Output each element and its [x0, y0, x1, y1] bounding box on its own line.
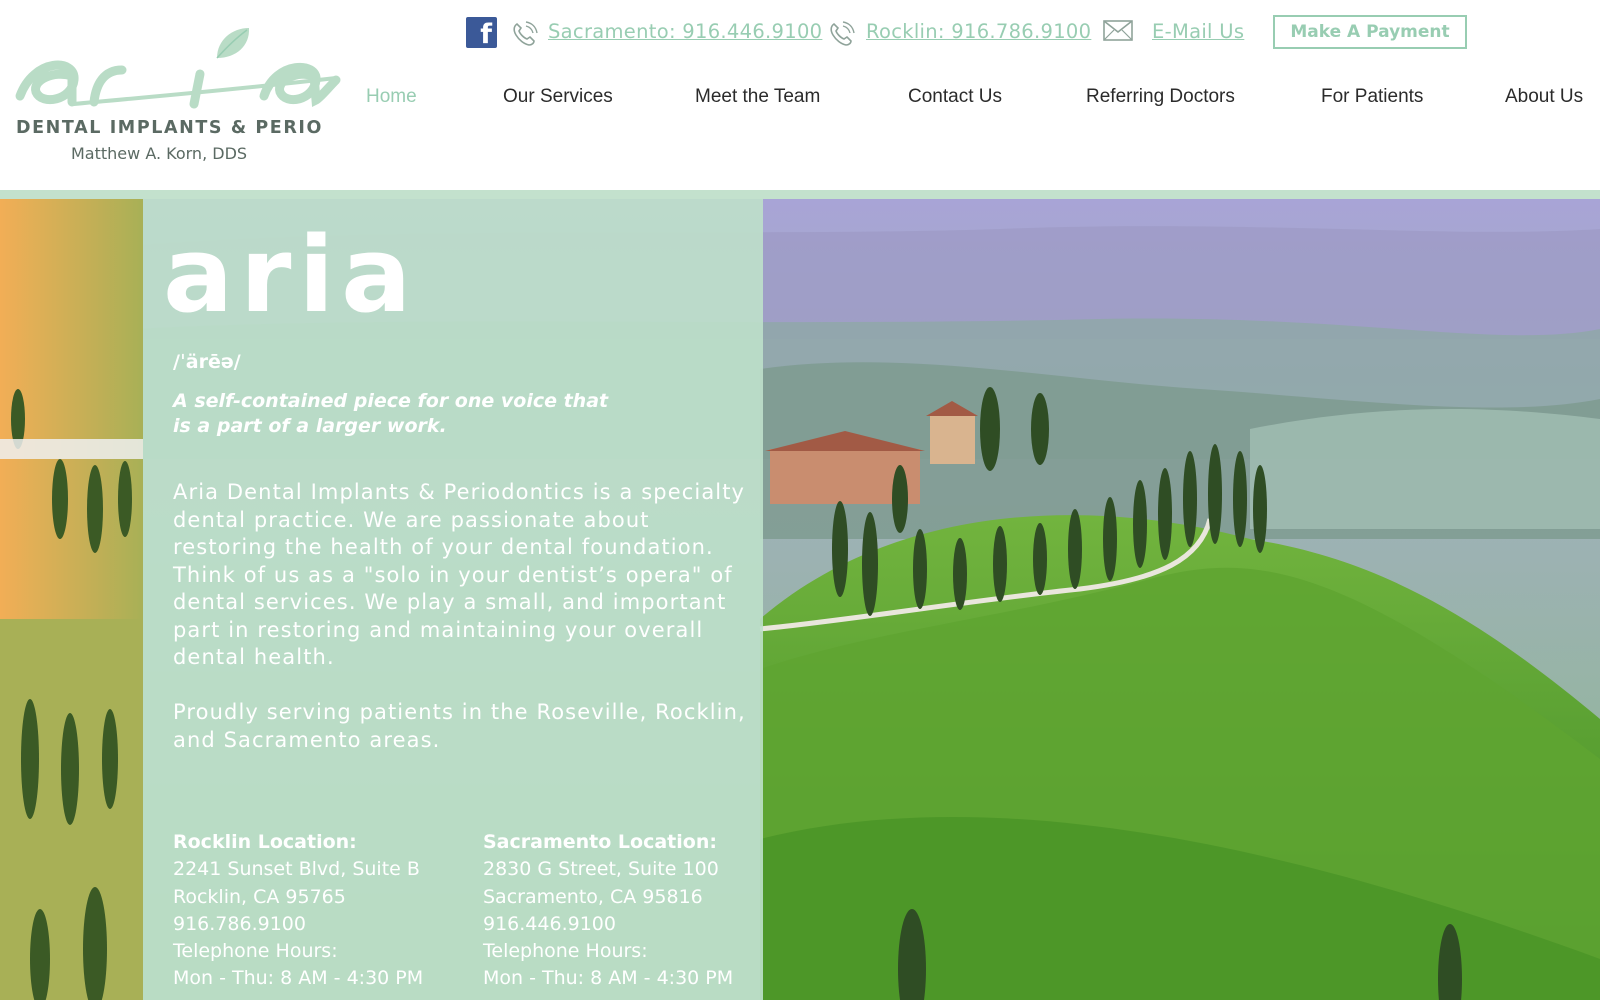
location-phone: 916.446.9100: [483, 912, 616, 935]
service-areas: Proudly serving patients in the Rosevill…: [173, 700, 746, 752]
main-nav: Home Our Services Meet the Team Contact …: [0, 86, 1600, 116]
hero-wordmark: aria: [163, 214, 419, 336]
phone-icon: [830, 21, 855, 46]
location-city: Sacramento, CA 95816: [483, 885, 703, 908]
logo-doctor-name: Matthew A. Korn, DDS: [71, 144, 248, 163]
email-link[interactable]: E-Mail Us: [1152, 20, 1244, 43]
location-hours-label: Telephone Hours:: [173, 940, 338, 963]
nav-item-our-services[interactable]: Our Services: [503, 86, 613, 108]
location-city: Rocklin, CA 95765: [173, 885, 346, 908]
location-title: Sacramento Location:: [483, 831, 717, 853]
mail-icon: [1103, 20, 1133, 41]
phonetic-spelling: /ˈärēə/: [173, 351, 241, 373]
nav-item-meet-the-team[interactable]: Meet the Team: [695, 86, 820, 108]
make-payment-button[interactable]: Make A Payment: [1273, 15, 1467, 49]
header-divider: [0, 190, 1600, 199]
rocklin-location: Rocklin Location: 2241 Sunset Blvd, Suit…: [173, 829, 473, 993]
site-header: DENTAL IMPLANTS & PERIO Matthew A. Korn,…: [0, 0, 1600, 190]
practice-description: Aria Dental Implants & Periodontics is a…: [173, 480, 746, 669]
top-contact-bar: f Sacramento: 916.446.9100 Rocklin: 916.…: [0, 14, 1600, 54]
sacramento-location: Sacramento Location: 2830 G Street, Suit…: [483, 829, 783, 993]
location-hours: Mon - Thu: 8 AM - 4:30 PM: [483, 967, 734, 990]
logo-tagline: DENTAL IMPLANTS & PERIO: [16, 118, 324, 138]
location-hours: Mon - Thu: 8 AM - 4:30 PM: [173, 967, 424, 990]
phone-icon: [513, 21, 538, 46]
aria-definition: A self-contained piece for one voice tha…: [173, 390, 609, 437]
facebook-icon[interactable]: f: [466, 17, 497, 48]
location-hours-label: Telephone Hours:: [483, 940, 648, 963]
intro-panel: aria /ˈärēə/ A self-contained piece for …: [143, 199, 763, 1000]
location-street: 2241 Sunset Blvd, Suite B: [173, 858, 420, 881]
location-phone: 916.786.9100: [173, 912, 306, 935]
rocklin-phone-link[interactable]: Rocklin: 916.786.9100: [866, 20, 1091, 43]
hero-section: aria /ˈärēə/ A self-contained piece for …: [0, 199, 1600, 1000]
location-title: Rocklin Location:: [173, 831, 357, 853]
nav-item-for-patients[interactable]: For Patients: [1321, 86, 1423, 108]
location-street: 2830 G Street, Suite 100: [483, 858, 719, 881]
nav-item-home[interactable]: Home: [366, 86, 417, 108]
nav-item-referring-doctors[interactable]: Referring Doctors: [1086, 86, 1235, 108]
nav-item-contact-us[interactable]: Contact Us: [908, 86, 1002, 108]
sacramento-phone-link[interactable]: Sacramento: 916.446.9100: [548, 20, 822, 43]
nav-item-about-us[interactable]: About Us: [1505, 86, 1583, 108]
